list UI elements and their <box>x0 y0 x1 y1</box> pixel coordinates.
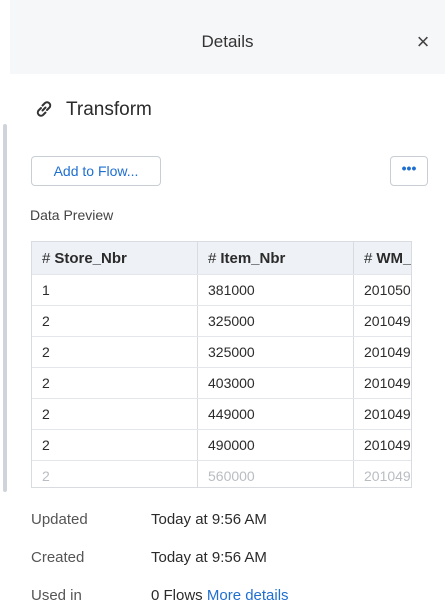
table-cell: 201050 <box>353 274 411 306</box>
created-label: Created <box>31 549 85 566</box>
column-header-wm-week[interactable]: #WM_Week <box>353 242 411 275</box>
table-row: 1 381000 201050 <box>32 274 411 306</box>
column-header-item-nbr[interactable]: # Item_Nbr <box>197 242 354 275</box>
table-header-row: #Store_Nbr #Item_Nbr #WM_Week <box>32 242 411 275</box>
item-title: Transform <box>66 99 152 120</box>
table-cell: 325000 <box>197 336 354 368</box>
updated-value: Today at 9:56 AM <box>151 511 267 528</box>
used-in-value: 0 Flows <box>151 587 203 604</box>
table-row: 2 560000 201049 <box>32 460 411 487</box>
table-cell: 325000 <box>197 305 354 337</box>
panel-header: Details × <box>10 0 445 74</box>
close-button[interactable]: × <box>411 30 435 54</box>
more-icon: ••• <box>401 160 417 176</box>
table-cell: 2 <box>32 336 198 368</box>
table-cell: 201049 <box>353 429 411 461</box>
table-cell: 201049 <box>353 305 411 337</box>
column-header-store-nbr[interactable]: # Store_Nbr <box>32 242 198 275</box>
left-gutter <box>0 0 10 605</box>
data-preview-table[interactable]: #Store_Nbr #Item_Nbr #WM_Week 1381000201… <box>31 241 412 488</box>
table-cell: 201049 <box>353 398 411 430</box>
left-scrollbar[interactable] <box>3 124 7 492</box>
table-cell: 403000 <box>197 367 354 399</box>
table-cell: 2 <box>32 460 198 487</box>
updated-label: Updated <box>31 511 88 528</box>
table-row: 2 403000 201049 <box>32 367 411 399</box>
table-cell: 2 <box>32 398 198 430</box>
number-type-icon: # <box>208 249 217 267</box>
used-in-label: Used in <box>31 587 82 604</box>
table-cell: 2 <box>32 367 198 399</box>
meta-updated-row: Updated Today at 9:56 AM <box>31 511 267 528</box>
table-cell: 560000 <box>197 460 354 487</box>
table-cell: 201049 <box>353 460 411 487</box>
table-cell: 490000 <box>197 429 354 461</box>
meta-created-row: Created Today at 9:56 AM <box>31 549 267 566</box>
more-details-link[interactable]: More details <box>207 587 289 604</box>
table-row: 2 449000 201049 <box>32 398 411 430</box>
data-preview-label: Data Preview <box>30 207 114 223</box>
link-icon <box>36 101 52 117</box>
table-row: 2 325000 201049 <box>32 305 411 337</box>
panel-title: Details <box>201 32 254 51</box>
table-cell: 1 <box>32 274 198 306</box>
table-cell: 2 <box>32 429 198 461</box>
close-icon: × <box>416 29 430 54</box>
table-cell: 2 <box>32 305 198 337</box>
table-cell: 201049 <box>353 336 411 368</box>
table-cell: 201049 <box>353 367 411 399</box>
number-type-icon: # <box>364 249 373 267</box>
meta-used-row: Used in 0 Flows More details <box>31 587 289 604</box>
details-panel: Details × Transform Add to Flow... ••• D… <box>10 0 445 605</box>
created-value: Today at 9:56 AM <box>151 549 267 566</box>
table-row: 2 325000 201049 <box>32 336 411 368</box>
more-options-button[interactable]: ••• <box>390 156 428 186</box>
add-to-flow-button[interactable]: Add to Flow... <box>31 156 161 186</box>
table-row: 2 490000 201049 <box>32 429 411 461</box>
table-cell: 381000 <box>197 274 354 306</box>
table-cell: 449000 <box>197 398 354 430</box>
number-type-icon: # <box>42 249 51 267</box>
